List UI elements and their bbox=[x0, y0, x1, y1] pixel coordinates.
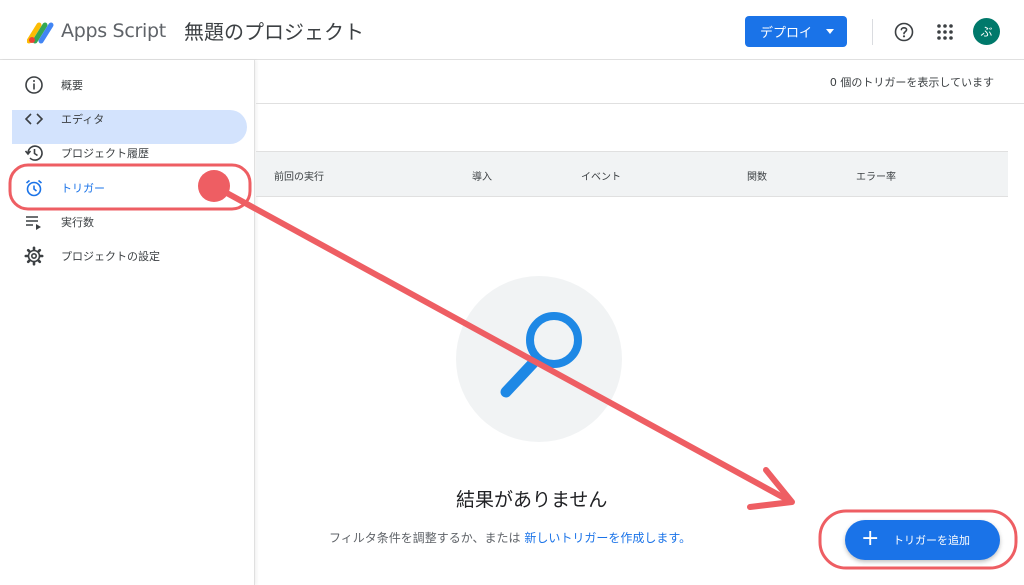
help-icon[interactable] bbox=[894, 22, 914, 42]
project-title[interactable]: 無題のプロジェクト bbox=[184, 16, 364, 45]
sidebar-item-label: 概要 bbox=[61, 79, 83, 92]
add-trigger-button[interactable]: + トリガーを追加 bbox=[845, 520, 1000, 560]
header-divider bbox=[872, 19, 873, 45]
plus-icon: + bbox=[861, 526, 880, 551]
code-icon bbox=[24, 113, 44, 125]
search-icon bbox=[500, 312, 582, 398]
executions-icon bbox=[26, 216, 41, 230]
trigger-count-text: 0 個のトリガーを表示しています bbox=[829, 76, 994, 89]
alarm-icon bbox=[25, 179, 43, 197]
sidebar-item-label: プロジェクト履歴 bbox=[61, 147, 149, 160]
add-trigger-label: トリガーを追加 bbox=[893, 534, 970, 547]
annotation-arrowhead bbox=[747, 467, 795, 510]
empty-state-description: フィルタ条件を調整するか、または 新しいトリガーを作成します。 bbox=[329, 529, 691, 546]
sidebar-item-label: 実行数 bbox=[61, 216, 94, 229]
create-trigger-link[interactable]: 新しいトリガーを作成します。 bbox=[524, 531, 691, 545]
sidebar-item-settings[interactable]: プロジェクトの設定 bbox=[0, 238, 255, 272]
sidebar-item-label: プロジェクトの設定 bbox=[61, 250, 160, 263]
deploy-label: デプロイ bbox=[760, 26, 813, 41]
sidebar-item-history[interactable]: プロジェクト履歴 bbox=[0, 135, 255, 169]
apps-grid-icon[interactable] bbox=[936, 23, 954, 41]
sidebar-item-label: エディタ bbox=[61, 113, 105, 126]
apps-script-logo-icon[interactable] bbox=[27, 19, 55, 45]
column-header-event[interactable]: イベント bbox=[581, 168, 621, 183]
empty-state-text: フィルタ条件を調整するか、または bbox=[329, 531, 525, 545]
brand-name: Apps Script bbox=[61, 20, 166, 42]
history-icon bbox=[24, 145, 43, 161]
empty-state-title: 結果がありません bbox=[456, 489, 608, 511]
info-icon bbox=[25, 76, 43, 94]
deploy-button[interactable]: デプロイ bbox=[745, 16, 847, 47]
sidebar-item-label: トリガー bbox=[61, 182, 105, 195]
column-header-deployment[interactable]: 導入 bbox=[472, 168, 492, 183]
sidebar-item-triggers[interactable]: トリガー bbox=[0, 170, 255, 204]
sidebar-item-overview[interactable]: 概要 bbox=[0, 67, 255, 101]
chevron-down-icon bbox=[826, 29, 834, 34]
gear-icon bbox=[24, 246, 44, 266]
sidebar-item-editor[interactable]: エディタ bbox=[0, 101, 255, 135]
column-header-function[interactable]: 関数 bbox=[747, 168, 767, 183]
sidebar-item-executions[interactable]: 実行数 bbox=[0, 204, 255, 238]
column-header-last-run[interactable]: 前回の実行 bbox=[274, 168, 324, 183]
avatar[interactable]: ぶ bbox=[973, 18, 1000, 45]
triggers-table-header: 前回の実行 導入 イベント 関数 エラー率 bbox=[256, 151, 1008, 197]
app-header: Apps Script 無題のプロジェクト デプロイ ぶ bbox=[0, 0, 1024, 60]
column-header-error-rate[interactable]: エラー率 bbox=[856, 168, 896, 183]
trigger-count-bar: 0 個のトリガーを表示しています bbox=[256, 60, 1024, 104]
